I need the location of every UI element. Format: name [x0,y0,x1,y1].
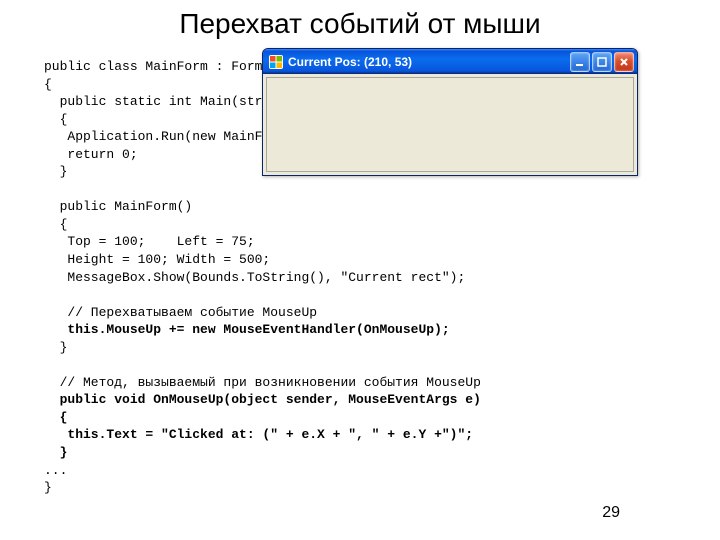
demo-window: Current Pos: (210, 53) [262,48,638,176]
code-line: ... [44,463,67,478]
code-line: { [44,217,67,232]
window-client-area[interactable] [266,77,634,172]
app-icon [269,55,283,69]
code-line: public MainForm() [44,199,192,214]
slide-title: Перехват событий от мыши [0,0,720,40]
code-line: } [44,164,67,179]
code-line-bold: { [44,410,67,425]
code-line: Height = 100; Width = 500; [44,252,270,267]
code-line: MessageBox.Show(Bounds.ToString(), "Curr… [44,270,465,285]
code-line: } [44,340,67,355]
close-button[interactable] [614,52,634,72]
code-line: // Метод, вызываемый при возникновении с… [44,375,481,390]
window-titlebar[interactable]: Current Pos: (210, 53) [263,49,637,74]
code-line: return 0; [44,147,138,162]
maximize-button[interactable] [592,52,612,72]
code-line-bold: } [44,445,67,460]
code-line-bold: public void OnMouseUp(object sender, Mou… [44,392,481,407]
minimize-button[interactable] [570,52,590,72]
code-line-bold: this.Text = "Clicked at: (" + e.X + ", "… [44,427,473,442]
code-line: } [44,480,52,495]
page-number: 29 [602,504,620,522]
window-buttons [570,52,634,72]
code-line: Top = 100; Left = 75; [44,234,255,249]
code-line: { [44,77,52,92]
code-line: public class MainForm : Form [44,59,262,74]
code-line: // Перехватываем событие MouseUp [44,305,317,320]
code-line: { [44,112,67,127]
window-title: Current Pos: (210, 53) [288,55,570,69]
code-line-bold: this.MouseUp += new MouseEventHandler(On… [44,322,450,337]
